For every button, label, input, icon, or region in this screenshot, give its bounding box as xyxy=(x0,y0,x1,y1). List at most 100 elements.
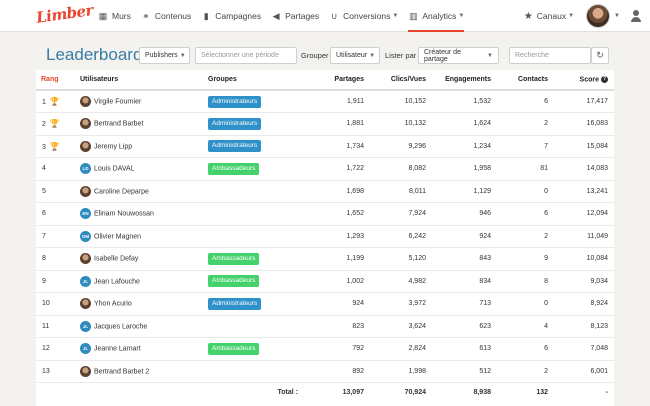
table-row[interactable]: 10 Yhon Acurio Administrateurs 924 3,972 713 0… xyxy=(36,292,614,316)
header-clics[interactable]: Clics/Vues xyxy=(364,70,426,91)
engagements-cell: 834 xyxy=(426,270,491,293)
nav-item-label: Partages xyxy=(285,11,320,21)
info-icon[interactable]: ? xyxy=(601,75,608,83)
group-badge: Ambassadeurs xyxy=(208,275,260,288)
user-name: Isabelle Defay xyxy=(94,255,139,263)
table-row[interactable]: 1 🏆 Virgile Fournier Administrateurs 1,911 10… xyxy=(36,90,614,113)
contacts-cell: 6 xyxy=(491,337,548,361)
rank-cell: 1 🏆 xyxy=(36,90,80,113)
chevron-down-icon: ▼ xyxy=(458,13,465,19)
chevron-down-icon[interactable]: ▼ xyxy=(614,13,620,19)
header-score[interactable]: Score? xyxy=(548,70,614,91)
refresh-button[interactable]: ↻ xyxy=(591,47,609,64)
contacts-cell: 2 xyxy=(491,112,548,136)
partages-cell: 1,911 xyxy=(306,90,364,113)
lister-select[interactable]: Créateur de partage ▼ xyxy=(418,47,499,64)
nav-item-murs[interactable]: ▦ Murs xyxy=(98,0,131,32)
canaux-menu[interactable]: ★ Canaux ▼ xyxy=(524,11,574,22)
header-utilisateurs[interactable]: Utilisateurs xyxy=(80,70,208,91)
table-row[interactable]: 3 🏆 Jeremy Lipp Administrateurs 1,734 9,296 1,… xyxy=(36,135,614,158)
user-name: Jeanne Lamart xyxy=(94,345,141,353)
nav-item-partages[interactable]: ◀ Partages xyxy=(271,0,320,32)
nav-item-conversions[interactable]: ∪ Conversions ▼ xyxy=(329,0,399,32)
user-cell[interactable]: Yhon Acurio xyxy=(80,292,208,316)
group-cell xyxy=(208,202,306,226)
table-row[interactable]: 12 JL Jeanne Lamart Ambassadeurs 792 2,824 613… xyxy=(36,337,614,361)
engagements-cell: 512 xyxy=(426,360,491,383)
user-cell[interactable]: JL Jacques Laroche xyxy=(80,315,208,338)
table-row[interactable]: 13 Bertrand Barbet 2 892 1,998 512 2 6,001 xyxy=(36,360,614,383)
rank-cell: 3 🏆 xyxy=(36,135,80,158)
user-icon[interactable] xyxy=(630,10,642,22)
publishers-dropdown[interactable]: Publishers ▼ xyxy=(139,47,190,64)
user-name: Jean Lafouche xyxy=(94,278,140,286)
table-row[interactable]: 7 OM Olivier Magnen 1,293 6,242 924 2 11,049 xyxy=(36,225,614,248)
partages-cell: 823 xyxy=(306,315,364,338)
avatar: EN xyxy=(80,208,91,220)
header-partages[interactable]: Partages xyxy=(306,70,364,91)
megaphone-icon: ◀ xyxy=(272,11,280,21)
partages-cell: 1,698 xyxy=(306,180,364,203)
user-cell[interactable]: Bertrand Barbet xyxy=(80,112,208,136)
table-row[interactable]: 6 EN Elinam Nouwossan 1,652 7,924 946 6 12,094 xyxy=(36,202,614,226)
score-cell: 12,094 xyxy=(548,202,614,226)
period-input[interactable]: Sélectionner une période xyxy=(195,47,297,64)
chevron-down-icon: ▼ xyxy=(369,52,376,59)
rank-value: 8 xyxy=(42,255,46,263)
contacts-cell: 8 xyxy=(491,270,548,293)
rank-cell: 12 xyxy=(36,337,80,361)
user-cell[interactable]: Virgile Fournier xyxy=(80,90,208,113)
user-cell[interactable]: Isabelle Defay xyxy=(80,247,208,271)
clics-cell: 4,982 xyxy=(364,270,426,293)
header-groupes[interactable]: Groupes xyxy=(208,70,306,91)
partages-cell: 1,734 xyxy=(306,135,364,158)
user-cell[interactable]: Jeremy Lipp xyxy=(80,135,208,158)
rank-value: 12 xyxy=(42,345,50,353)
table-header-row: Rang Utilisateurs Groupes Partages Clics… xyxy=(36,70,614,91)
user-cell[interactable]: Caroline Deparpe xyxy=(80,180,208,203)
nav-item-label: Contenus xyxy=(154,11,192,21)
grouper-select[interactable]: Utilisateur ▼ xyxy=(330,47,380,64)
table-row[interactable]: 2 🏆 Bertrand Barbet Administrateurs 1,881 10,… xyxy=(36,112,614,136)
user-cell[interactable]: EN Elinam Nouwossan xyxy=(80,202,208,226)
group-badge: Ambassadeurs xyxy=(208,342,260,355)
grid-icon: ▦ xyxy=(98,11,108,21)
table-row[interactable]: 5 Caroline Deparpe 1,698 8,011 1,129 0 13,241 xyxy=(36,180,614,203)
user-cell[interactable]: JL Jean Lafouche xyxy=(80,270,208,293)
user-cell[interactable]: OM Olivier Magnen xyxy=(80,225,208,248)
header-engagements[interactable]: Engagements xyxy=(426,70,491,91)
user-cell[interactable]: LD Louis DAVAL xyxy=(80,157,208,181)
group-badge: Administrateurs xyxy=(208,117,262,130)
main-nav: ▦ Murs ⚭ Contenus ▮ Campagnes ◀ Partages… xyxy=(98,0,474,32)
nav-item-label: Campagnes xyxy=(215,11,262,21)
clics-cell: 10,132 xyxy=(364,112,426,136)
header-contacts[interactable]: Contacts xyxy=(491,70,548,91)
user-cell[interactable]: JL Jeanne Lamart xyxy=(80,337,208,361)
search-input[interactable]: Recherche xyxy=(509,47,591,64)
group-badge: Ambassadeurs xyxy=(208,252,260,265)
total-contacts: 132 xyxy=(536,388,548,396)
clics-cell: 3,972 xyxy=(364,292,426,316)
header-rang[interactable]: Rang xyxy=(36,70,80,91)
rank-value: 2 xyxy=(42,121,46,129)
table-row[interactable]: 4 LD Louis DAVAL Ambassadeurs 1,722 8,082 1,95… xyxy=(36,157,614,181)
nav-item-analytics[interactable]: ▥ Analytics ▼ xyxy=(408,0,464,32)
nav-item-contenus[interactable]: ⚭ Contenus xyxy=(141,0,191,32)
table-row[interactable]: 11 JL Jacques Laroche 823 3,624 623 4 8,123 xyxy=(36,315,614,338)
engagements-cell: 713 xyxy=(426,292,491,316)
user-avatar[interactable] xyxy=(586,4,611,28)
totals-label: Total : xyxy=(277,388,298,396)
app-logo[interactable]: Limber xyxy=(35,1,94,27)
user-name: Olivier Magnen xyxy=(94,233,142,241)
partages-cell: 1,722 xyxy=(306,157,364,181)
nav-item-campagnes[interactable]: ▮ Campagnes xyxy=(201,0,261,32)
user-cell[interactable]: Bertrand Barbet 2 xyxy=(80,360,208,383)
score-cell: 16,083 xyxy=(548,112,614,136)
contacts-cell: 6 xyxy=(491,202,548,226)
user-name: Yhon Acurio xyxy=(94,300,132,308)
table-row[interactable]: 9 JL Jean Lafouche Ambassadeurs 1,002 4,982 83… xyxy=(36,270,614,293)
table-row[interactable]: 8 Isabelle Defay Ambassadeurs 1,199 5,120 843… xyxy=(36,247,614,271)
rank-cell: 8 xyxy=(36,247,80,271)
score-cell: 13,241 xyxy=(548,180,614,203)
leaderboard-table: Rang Utilisateurs Groupes Partages Clics… xyxy=(36,70,614,402)
